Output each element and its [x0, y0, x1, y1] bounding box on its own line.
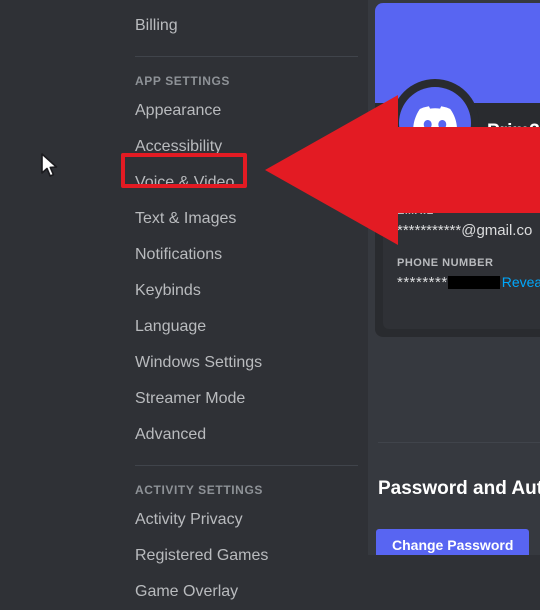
username-discriminator: #9470 — [464, 170, 507, 187]
sidebar-item-billing[interactable]: Billing — [121, 8, 368, 44]
reveal-phone-link[interactable]: Reveal — [502, 274, 540, 290]
sidebar-item-label: Windows Settings — [135, 354, 263, 371]
sidebar-item-label: Advanced — [135, 426, 207, 443]
field-email: EMAIL ***********@gmail.co — [397, 205, 540, 239]
section-divider — [378, 442, 540, 443]
sidebar-item-label: Accessibility — [135, 138, 223, 155]
sidebar-header-activity-settings: ACTIVITY SETTINGS — [135, 483, 263, 497]
sidebar-item-game-overlay[interactable]: Game Overlay — [121, 574, 368, 610]
phone-redaction-bar — [447, 276, 500, 289]
sidebar-item-voice-and-video[interactable]: Voice & Video — [121, 165, 368, 201]
avatar[interactable] — [391, 79, 479, 167]
phone-masked-text: ******** — [397, 274, 448, 291]
sidebar-item-label: Game Overlay — [135, 583, 239, 600]
field-phone-number: PHONE NUMBER ******** Reveal — [397, 257, 540, 291]
settings-sidebar: Billing APP SETTINGS Appearance Accessib… — [121, 0, 368, 600]
sidebar-item-label: Appearance — [135, 102, 222, 119]
field-value-email: ***********@gmail.co — [397, 222, 533, 239]
field-value-phone-number: ******** Reveal — [397, 274, 540, 291]
field-label-phone-number: PHONE NUMBER — [397, 257, 494, 269]
sidebar-item-streamer-mode[interactable]: Streamer Mode — [121, 381, 368, 417]
discord-logo-icon — [413, 106, 457, 140]
sidebar-item-text-and-images[interactable]: Text & Images — [121, 201, 368, 237]
sidebar-item-label: Billing — [135, 17, 178, 34]
profile-card-username: Prim3 — [487, 121, 540, 142]
sidebar-item-label: Notifications — [135, 246, 223, 263]
field-value-username: Prim3CuT#9470 — [397, 170, 540, 187]
sidebar-item-advanced[interactable]: Advanced — [121, 417, 368, 453]
nav-divider-activity-settings — [135, 465, 358, 466]
sidebar-item-label: Streamer Mode — [135, 390, 246, 407]
sidebar-item-accessibility[interactable]: Accessibility — [121, 129, 368, 165]
profile-fields: USERNAME Prim3CuT#9470 EMAIL ***********… — [383, 139, 540, 329]
sidebar-item-appearance[interactable]: Appearance — [121, 93, 368, 129]
sidebar-header-app-settings: APP SETTINGS — [135, 74, 230, 88]
user-profile-card: USERNAME Prim3CuT#9470 EMAIL ***********… — [375, 3, 540, 337]
sidebar-item-label: Keybinds — [135, 282, 201, 299]
sidebar-item-label: Registered Games — [135, 547, 269, 564]
sidebar-item-label: Language — [135, 318, 207, 335]
nav-divider-app-settings — [135, 56, 358, 57]
username-text: Prim3CuT — [397, 170, 465, 187]
settings-content-panel: USERNAME Prim3CuT#9470 EMAIL ***********… — [368, 0, 540, 555]
sidebar-item-label: Text & Images — [135, 210, 237, 227]
password-section-title: Password and Aut — [378, 478, 540, 499]
sidebar-item-label: Voice & Video — [135, 174, 235, 191]
sidebar-item-label: Activity Privacy — [135, 511, 243, 528]
sidebar-item-activity-privacy[interactable]: Activity Privacy — [121, 502, 368, 538]
field-label-email: EMAIL — [397, 205, 434, 217]
sidebar-item-notifications[interactable]: Notifications — [121, 237, 368, 273]
sidebar-item-registered-games[interactable]: Registered Games — [121, 538, 368, 574]
sidebar-item-windows-settings[interactable]: Windows Settings — [121, 345, 368, 381]
left-gutter — [0, 0, 121, 555]
sidebar-item-keybinds[interactable]: Keybinds — [121, 273, 368, 309]
settings-nav-list: Billing APP SETTINGS Appearance Accessib… — [121, 8, 368, 610]
discord-user-settings-window: Billing APP SETTINGS Appearance Accessib… — [0, 0, 540, 600]
change-password-button[interactable]: Change Password — [376, 529, 530, 555]
sidebar-item-language[interactable]: Language — [121, 309, 368, 345]
avatar-image — [399, 87, 471, 159]
